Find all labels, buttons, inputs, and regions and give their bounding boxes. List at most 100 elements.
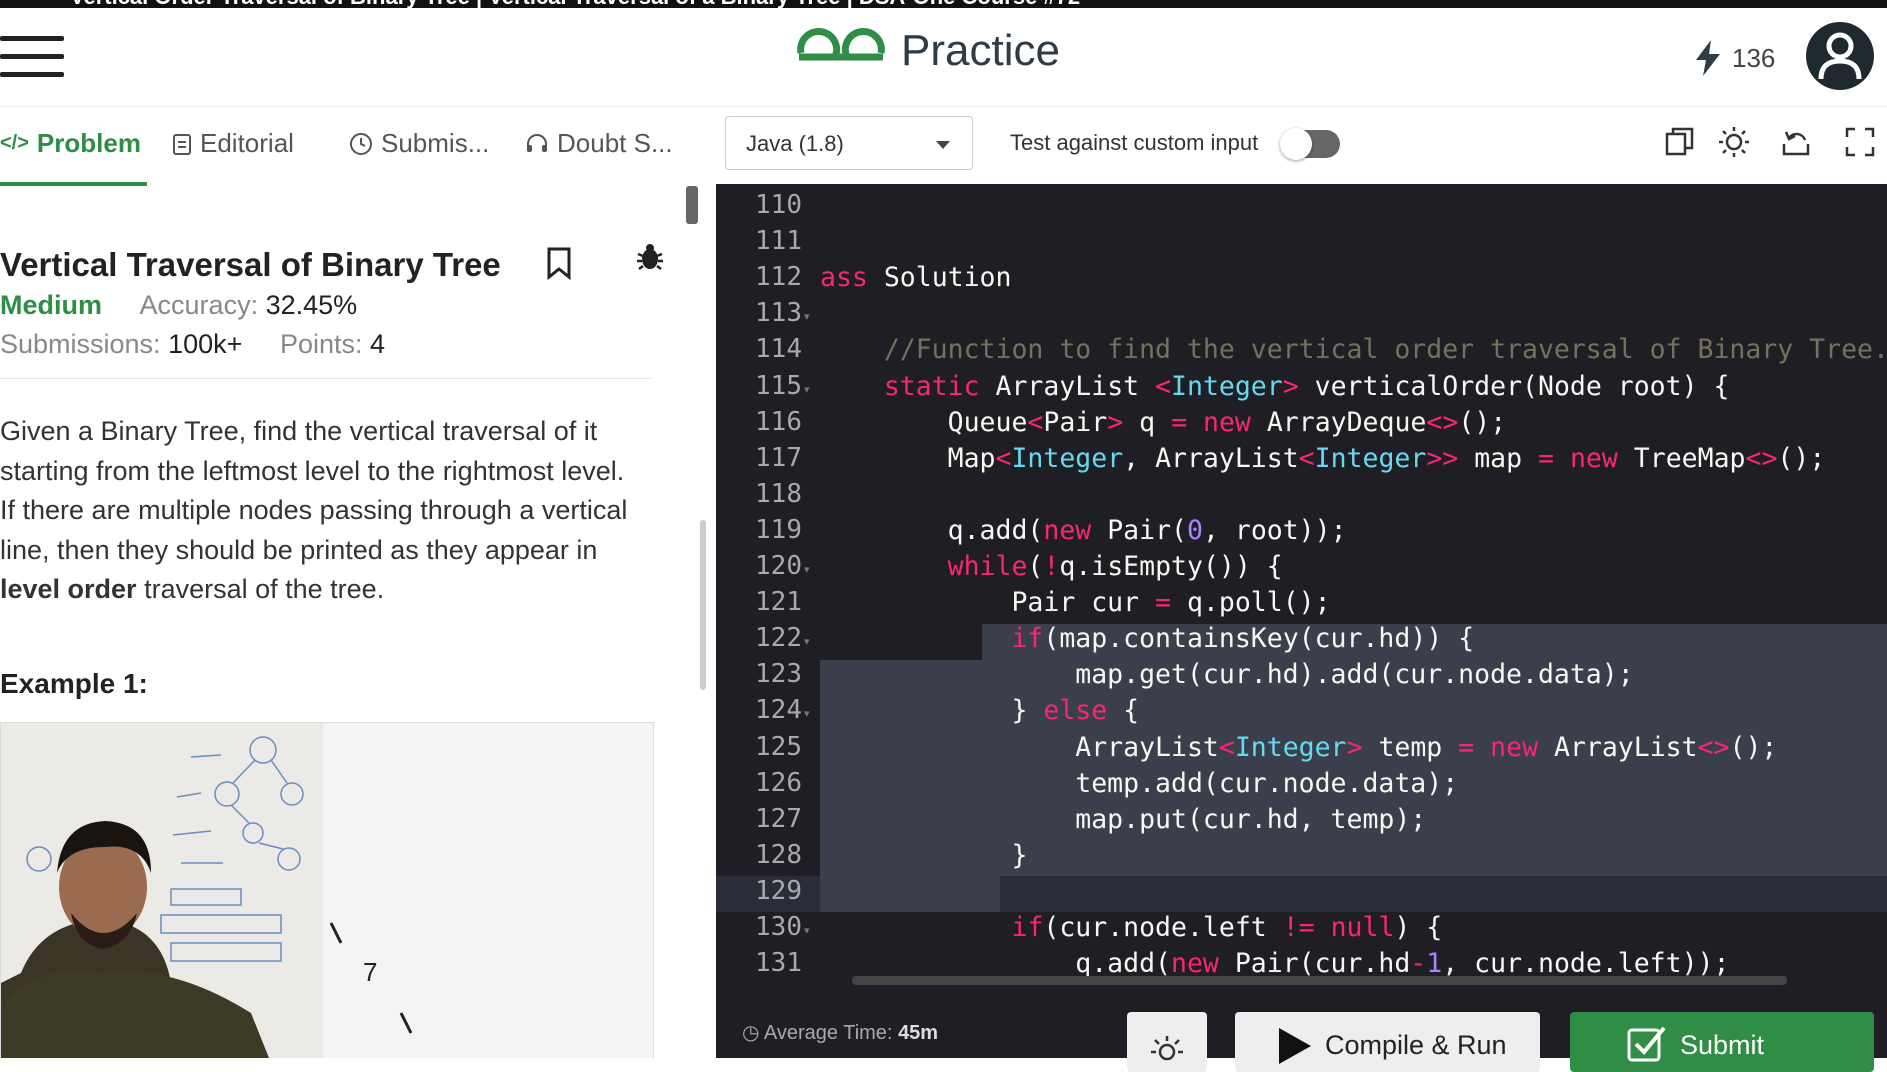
line-number: 124 — [755, 695, 802, 726]
problem-panel: Vertical Traversal of Binary Tree Medium… — [0, 186, 700, 1058]
problem-meta-row-1: Medium Accuracy: 32.45% — [0, 290, 357, 321]
line-gutter: 110 111 112 113 ▾ 114 115 ▾ 116 117 118 119 120 ▾ 121 1… — [716, 184, 814, 988]
fullscreen-icon[interactable] — [1844, 126, 1876, 158]
line-number: 129 — [755, 875, 802, 906]
code-line[interactable]: Pair cur = q.poll(); — [820, 587, 1330, 618]
code-line[interactable]: ass Solution — [820, 262, 1011, 293]
language-select[interactable]: Java (1.8) — [725, 116, 973, 170]
selection-highlight — [820, 876, 1000, 912]
compile-label: Compile & Run — [1325, 1030, 1507, 1060]
custom-input-toggle[interactable] — [1280, 128, 1340, 160]
code-icon: </> — [0, 132, 29, 154]
line-number: 130 — [755, 912, 802, 942]
emphasis-text: level order — [0, 574, 137, 604]
code-line[interactable]: static ArrayList <Integer> verticalOrder… — [820, 371, 1730, 402]
code-line[interactable]: } else { — [820, 695, 1139, 726]
line-number: 120 — [755, 551, 802, 581]
streak-count: 136 — [1732, 42, 1776, 73]
fold-chevron-icon[interactable]: ▾ — [804, 383, 810, 396]
line-number: 110 — [755, 190, 802, 220]
tab-label: Submis... — [381, 128, 490, 158]
line-number: 127 — [755, 803, 802, 834]
line-number: 111 — [755, 226, 802, 257]
code-line[interactable]: ArrayList<Integer> temp = new ArrayList<… — [820, 732, 1777, 763]
avg-time-label: Average Time: — [763, 1022, 893, 1044]
tab-submissions[interactable]: Submis... — [349, 128, 489, 159]
gfg-logo-icon — [797, 28, 885, 61]
copy-icon[interactable] — [1664, 126, 1696, 158]
example-tree-node: 7 — [363, 957, 377, 987]
avg-time-value: 45m — [898, 1022, 939, 1044]
problem-description: Given a Binary Tree, find the vertical t… — [0, 412, 660, 610]
top-header: Practice 136 — [0, 8, 1887, 107]
line-number: 126 — [755, 767, 802, 798]
line-number: 113 — [755, 298, 802, 329]
problem-meta-row-2: Submissions: 100k+ Points: 4 — [0, 329, 385, 360]
points-label: Points: — [279, 329, 363, 359]
editor-footer: ◷ Average Time: 45m Compile & Run Submit — [716, 988, 1887, 1072]
code-line[interactable]: while(!q.isEmpty()) { — [820, 551, 1283, 582]
line-number: 112 — [755, 262, 802, 293]
submissions-value: 100k+ — [168, 329, 243, 359]
bug-icon[interactable] — [636, 242, 664, 272]
headset-icon — [527, 133, 547, 152]
theme-button[interactable] — [1127, 1012, 1207, 1072]
fold-chevron-icon[interactable]: ▾ — [804, 635, 810, 648]
problem-title: Vertical Traversal of Binary Tree — [0, 246, 501, 283]
code-line[interactable]: q.add(new Pair(0, root)); — [820, 515, 1347, 546]
user-avatar-icon[interactable] — [1806, 22, 1874, 90]
editorial-icon — [173, 133, 191, 155]
fold-chevron-icon[interactable]: ▾ — [804, 924, 810, 937]
horizontal-scrollbar[interactable] — [852, 976, 1787, 985]
logo-text: Practice — [901, 26, 1060, 75]
code-line[interactable]: //Function to find the vertical order tr… — [820, 334, 1887, 365]
panel-scrollbar[interactable] — [686, 186, 698, 224]
logo[interactable]: Practice — [795, 26, 1060, 76]
code-line[interactable]: map.put(cur.hd, temp); — [820, 804, 1426, 835]
divider — [0, 378, 652, 379]
code-line[interactable]: Queue<Pair> q = new ArrayDeque<>(); — [820, 407, 1507, 438]
line-number: 123 — [755, 659, 802, 690]
streak-counter[interactable]: 136 — [1694, 40, 1775, 76]
submit-label: Submit — [1680, 1030, 1765, 1060]
clock-icon — [350, 132, 372, 155]
sun-icon[interactable] — [1718, 126, 1750, 158]
clock-icon: ◷ — [742, 1022, 760, 1044]
code-line[interactable]: } — [820, 840, 1027, 871]
code-line[interactable]: temp.add(cur.node.data); — [820, 768, 1458, 799]
line-number: 121 — [755, 587, 802, 618]
code-line[interactable]: if(cur.node.left != null) { — [820, 912, 1442, 943]
code-line[interactable]: if(map.containsKey(cur.hd)) { — [820, 623, 1474, 654]
language-value: Java (1.8) — [746, 131, 844, 156]
code-line[interactable]: q.add(new Pair(cur.hd-1, cur.node.left))… — [820, 948, 1729, 979]
chevron-down-icon — [936, 141, 950, 149]
bookmark-icon[interactable] — [545, 246, 573, 280]
hamburger-icon[interactable] — [0, 36, 64, 82]
line-number: 119 — [755, 514, 802, 545]
panel-resize-handle[interactable] — [700, 520, 706, 690]
fold-chevron-icon[interactable]: ▾ — [804, 563, 810, 576]
submissions-label: Submissions: — [0, 329, 161, 359]
tab-problem[interactable]: </> Problem — [0, 128, 141, 159]
line-number: 116 — [755, 406, 802, 437]
video-title-bar: Vertical Order Traversal of Binary Tree … — [0, 0, 1887, 8]
example-box: 7 — [0, 722, 654, 1058]
code-line[interactable]: Map<Integer, ArrayList<Integer>> map = n… — [820, 443, 1826, 474]
video-title: Vertical Order Traversal of Binary Tree … — [70, 0, 1080, 8]
tab-label: Doubt S... — [557, 128, 673, 158]
compile-run-button[interactable]: Compile & Run — [1235, 1012, 1540, 1072]
code-line[interactable]: map.get(cur.hd).add(cur.node.data); — [820, 659, 1633, 690]
difficulty-badge: Medium — [0, 290, 103, 320]
tab-editorial[interactable]: Editorial — [172, 128, 294, 159]
reset-icon[interactable] — [1780, 126, 1812, 158]
fold-chevron-icon[interactable]: ▾ — [804, 707, 810, 720]
lightning-icon — [1696, 40, 1720, 76]
play-icon — [1279, 1028, 1311, 1064]
theme-icon — [1151, 1036, 1183, 1061]
submit-button[interactable]: Submit — [1570, 1012, 1874, 1072]
accuracy-label: Accuracy: — [139, 290, 259, 320]
tab-doubt-support[interactable]: Doubt S... — [525, 128, 673, 159]
fold-chevron-icon[interactable]: ▾ — [804, 310, 810, 323]
tab-label: Editorial — [200, 128, 294, 158]
code-editor[interactable]: 110 111 112 113 ▾ 114 115 ▾ 116 117 118 119 120 ▾ 121 1… — [716, 184, 1887, 988]
